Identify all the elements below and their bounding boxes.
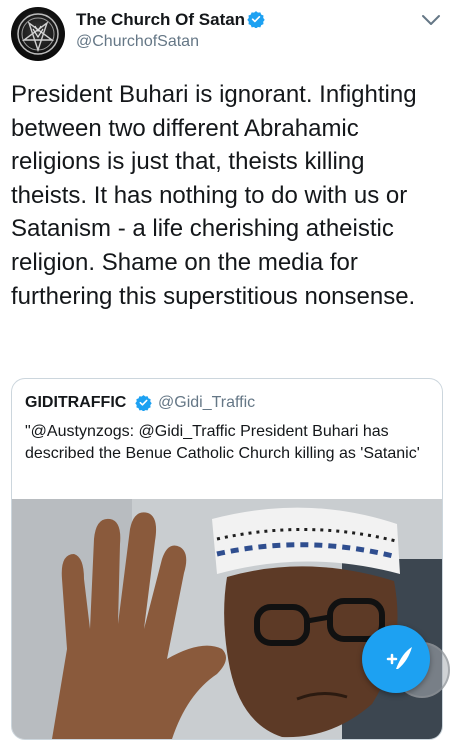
quoted-author-handle: @Gidi_Traffic [158,394,256,411]
author-handle[interactable]: @ChurchofSatan [76,33,199,51]
verified-badge-icon [135,395,152,411]
chevron-down-icon[interactable] [420,12,442,28]
tweet-header: The Church Of Satan @ChurchofSatan [0,0,454,66]
avatar[interactable] [11,7,65,61]
verified-badge-icon [247,11,265,28]
compose-tweet-button[interactable] [362,625,430,693]
quoted-tweet-photo[interactable] [12,499,442,739]
quoted-author-name: GIDITRAFFIC [25,394,127,411]
compose-tweet-icon [386,647,412,669]
author-name[interactable]: The Church Of Satan [76,10,245,30]
tweet-text: President Buhari is ignorant. Infighting… [11,81,417,310]
quoted-tweet-text: "@Austynzogs: @Gidi_Traffic President Bu… [25,423,420,462]
